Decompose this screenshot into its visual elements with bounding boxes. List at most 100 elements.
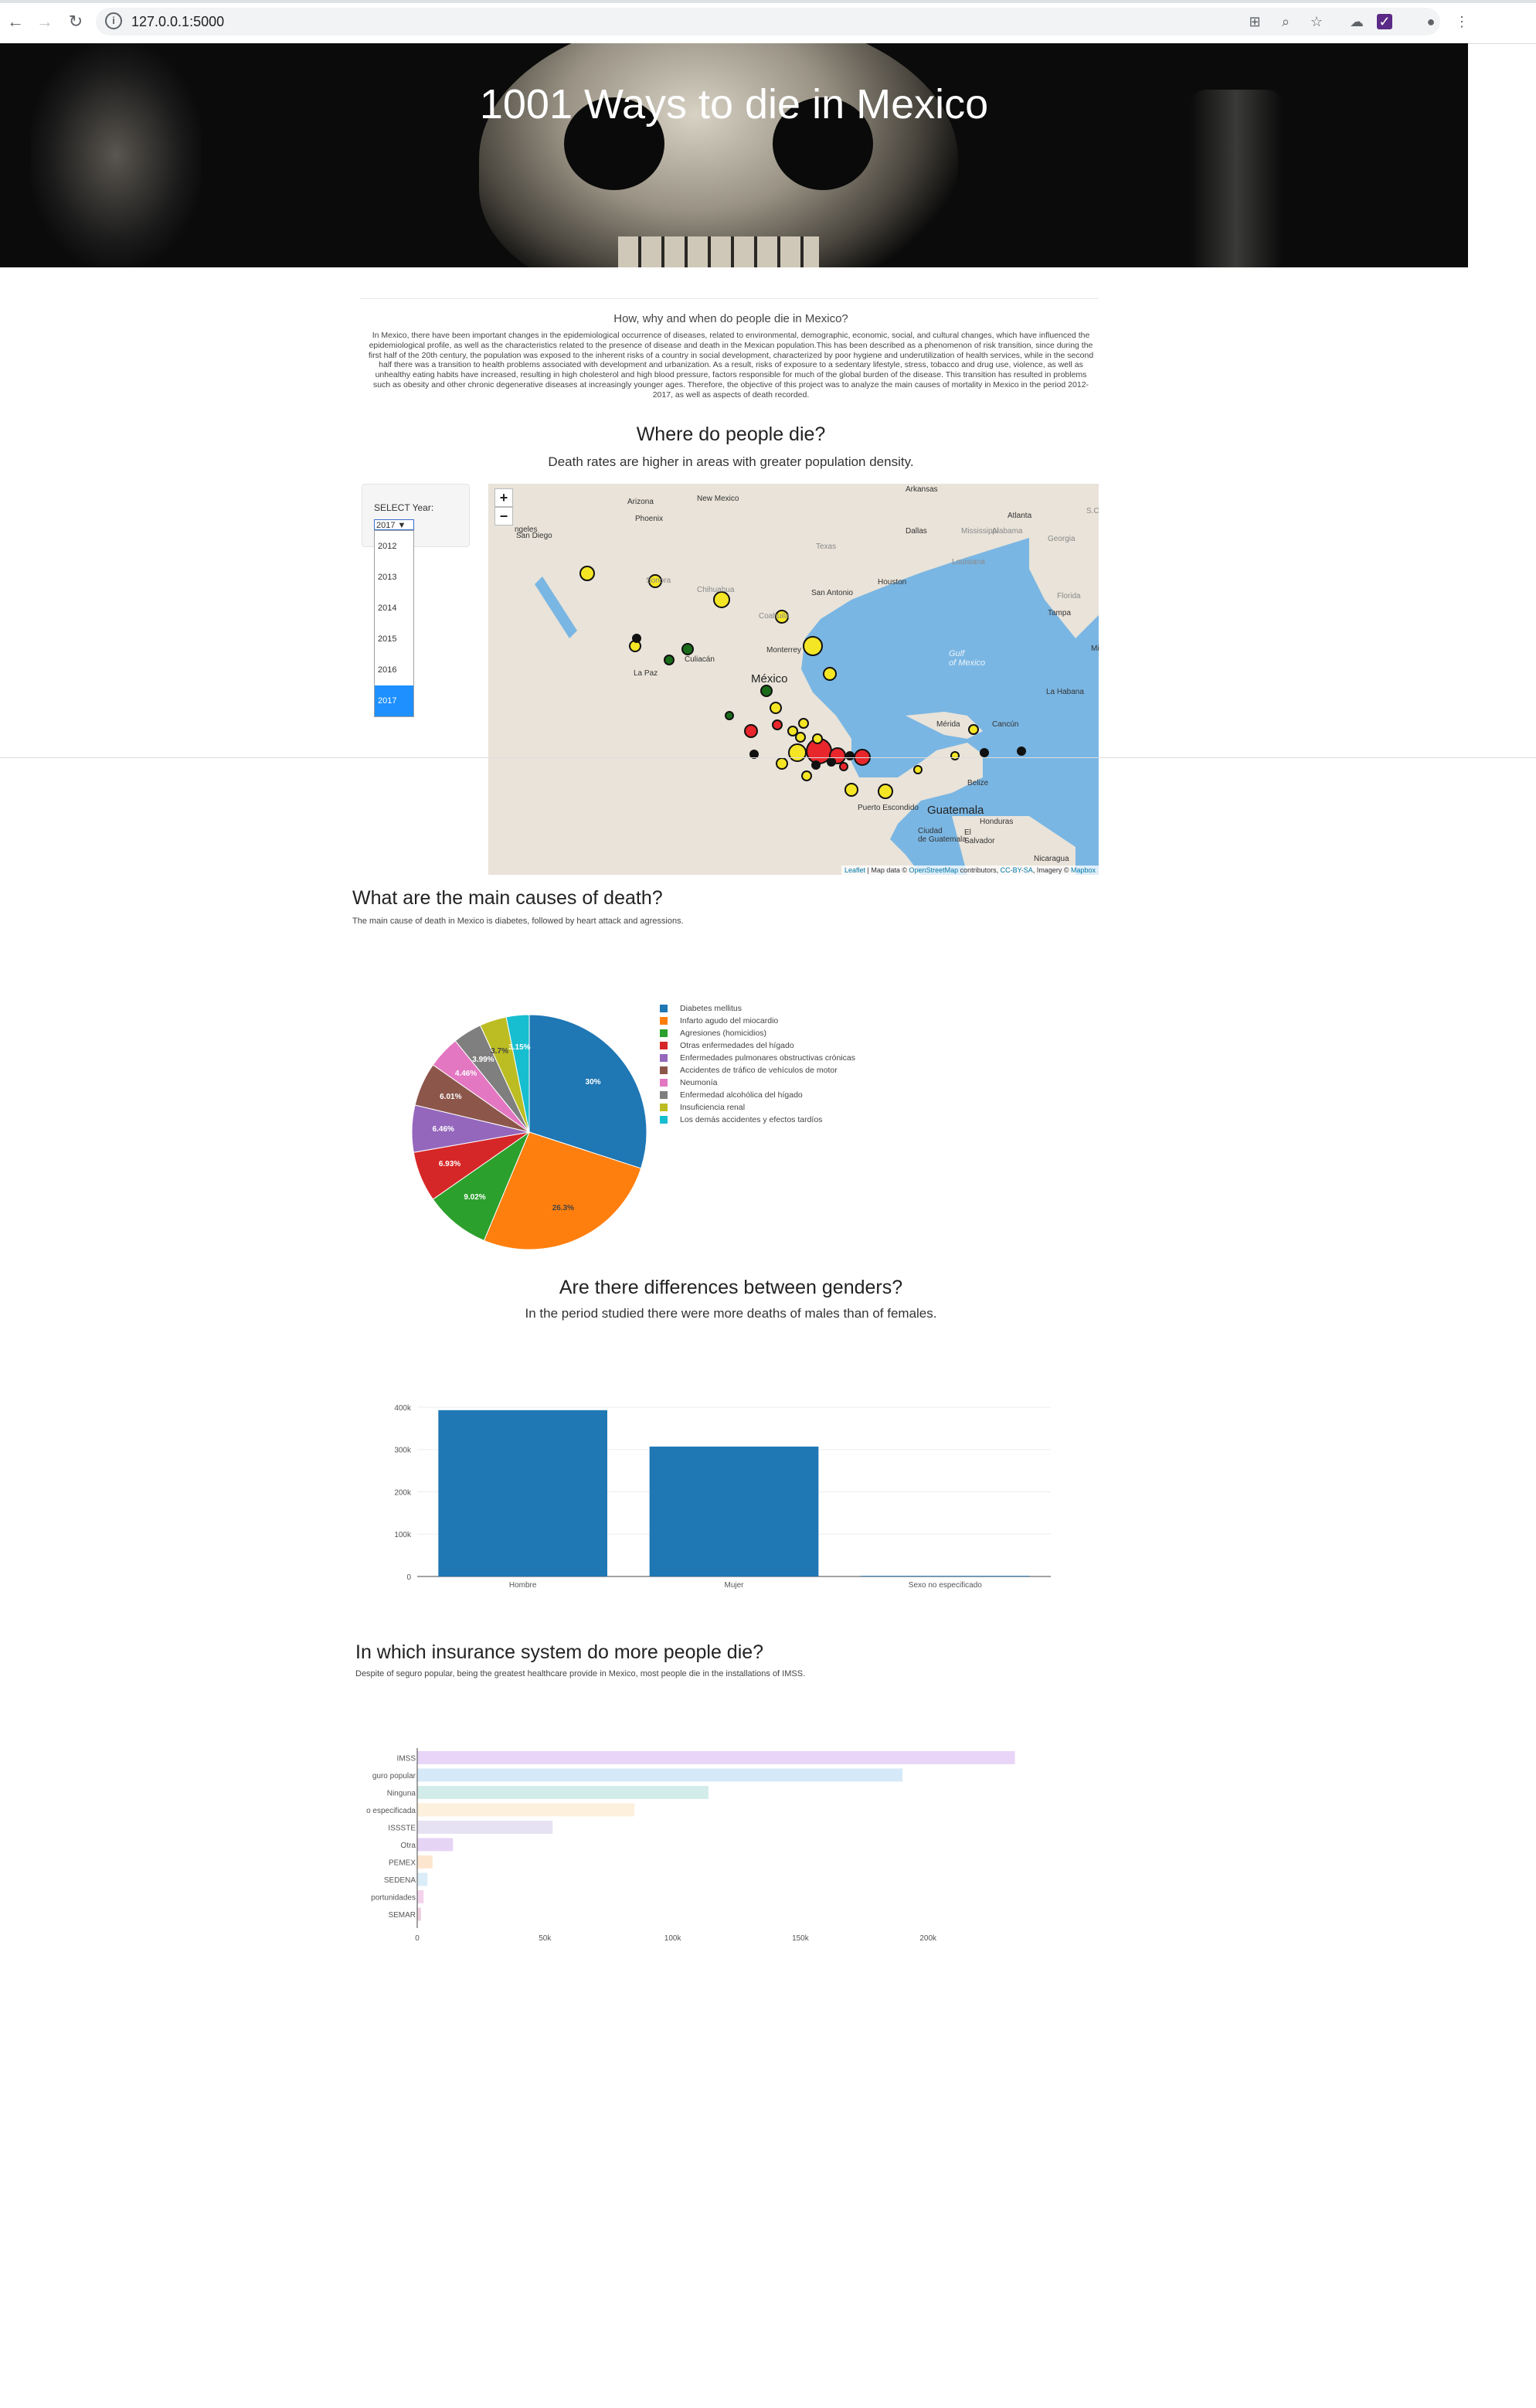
map-marker[interactable] [1017,747,1026,756]
map-marker[interactable] [844,783,858,797]
year-option[interactable]: 2015 [375,624,413,655]
map-label-dallas: Dallas [906,527,927,536]
map-marker[interactable] [827,757,836,767]
account-icon[interactable]: ● [1422,12,1440,31]
star-icon[interactable]: ☆ [1307,12,1326,31]
map-marker[interactable] [772,719,783,730]
deaths-map[interactable]: + − Arizona New Mexico Arkansas Phoenix ngel… [488,484,1099,875]
map-label-coahuila: Coahuila [759,612,790,621]
bar[interactable] [417,1855,433,1869]
pie-value-label: 6.46% [432,1124,454,1134]
map-label-chihuahua: Chihuahua [697,586,735,594]
bar[interactable] [417,1907,421,1921]
cloud-extension-icon[interactable]: ☁ [1347,12,1366,31]
address-url[interactable]: 127.0.0.1:5000 [131,14,224,30]
map-marker[interactable] [968,724,979,735]
year-option[interactable]: 2017 [375,685,413,716]
bar[interactable] [417,1821,553,1834]
section-title-gender: Are there differences between genders? [559,1277,903,1298]
pie-value-label: 6.93% [438,1159,461,1168]
year-dropdown-list[interactable]: 2012 2013 2014 2015 2016 2017 [374,530,414,717]
forward-icon[interactable]: → [34,11,56,32]
section-subtitle-insurance: Despite of seguro popular, being the gre… [355,1669,806,1678]
map-label-texas: Texas [816,542,837,551]
map-marker[interactable] [776,757,788,770]
zoom-icon[interactable]: ⌕ [1276,12,1295,31]
year-option[interactable]: 2016 [375,655,413,685]
hero-banner: 1001 Ways to die in Mexico [0,43,1468,267]
y-tick-label: 100k [394,1531,412,1539]
map-marker[interactable] [664,655,675,665]
map-marker[interactable] [681,643,694,655]
map-label-miami: Miam [1091,645,1099,653]
bar[interactable] [649,1446,819,1576]
map-marker[interactable] [713,591,730,608]
map-marker[interactable] [798,718,809,729]
bar[interactable] [417,1803,635,1817]
map-marker[interactable] [725,711,734,720]
insurance-bar-chart[interactable]: IMSS guro popular Ninguna o especificada ISS… [340,1739,1082,1955]
y-tick-label: Ninguna [387,1789,416,1797]
year-option[interactable]: 2012 [375,531,413,562]
bar[interactable] [438,1410,607,1576]
y-tick-label: guro popular [372,1772,416,1780]
map-marker[interactable] [878,784,893,799]
osm-link[interactable]: OpenStreetMap [909,866,959,874]
y-tick-label: PEMEX [389,1859,416,1867]
gender-bar-chart[interactable]: 0 100k 200k 300k 400k Hombre Mujer Sexo no espe… [371,1391,1066,1607]
year-option[interactable]: 2013 [375,562,413,593]
map-marker[interactable] [811,760,821,770]
map-marker[interactable] [579,566,595,581]
reload-icon[interactable]: ↻ [65,11,87,32]
bar[interactable] [417,1768,903,1782]
purple-extension-icon[interactable]: ✓ [1377,14,1392,29]
map-marker[interactable] [913,765,923,774]
mapbox-link[interactable]: Mapbox [1071,866,1096,874]
bar[interactable] [417,1838,454,1852]
cc-link[interactable]: CC-BY-SA [1001,866,1033,874]
pie-value-label: 3.7% [491,1046,508,1056]
year-select[interactable]: 2017 ▼ [374,519,414,530]
map-marker[interactable] [760,685,773,697]
bar[interactable] [417,1751,1015,1764]
map-marker[interactable] [823,667,837,681]
map-label-monterrey: Monterrey [766,646,802,655]
legend-swatch [660,1017,668,1025]
y-tick-label: IMSS [397,1754,416,1763]
map-label-cancun: Cancún [992,720,1019,729]
menu-icon[interactable]: ⋮ [1453,12,1471,31]
x-tick-label: 150k [792,1934,810,1943]
address-bar[interactable]: i 127.0.0.1:5000 [96,8,1440,36]
leaflet-link[interactable]: Leaflet [844,866,865,874]
map-label-houston: Houston [878,578,907,587]
map-marker[interactable] [950,751,960,760]
map-marker[interactable] [744,724,758,738]
bar[interactable] [417,1786,709,1799]
map-marker[interactable] [812,733,823,744]
map-marker[interactable] [845,751,855,760]
back-icon[interactable]: ← [5,11,26,32]
pie-value-label: 30% [585,1077,601,1087]
map-marker[interactable] [632,634,641,643]
legend-swatch [660,1066,668,1074]
map-marker[interactable] [803,636,823,656]
section-subtitle-gender: In the period studied there were more de… [525,1306,937,1321]
map-marker[interactable] [788,743,807,762]
map-marker[interactable] [839,762,848,771]
map-marker[interactable] [980,748,989,757]
map-marker[interactable] [770,702,782,714]
map-marker[interactable] [795,732,806,743]
map-marker[interactable] [801,770,812,781]
map-label-new-mexico: New Mexico [697,495,739,503]
map-label-san-antonio: San Antonio [811,589,853,597]
translate-icon[interactable]: ⊞ [1245,12,1264,31]
year-option[interactable]: 2014 [375,593,413,624]
map-label-la-habana: La Habana [1046,688,1084,696]
intro-question: How, why and when do people die in Mexic… [613,312,848,325]
map-label-la-paz: La Paz [634,669,658,678]
attribution-text-2: contributors, [958,866,1001,874]
info-icon[interactable]: i [105,12,122,29]
x-tick-label: 100k [664,1934,682,1943]
bar[interactable] [417,1872,428,1886]
bar[interactable] [417,1890,424,1903]
